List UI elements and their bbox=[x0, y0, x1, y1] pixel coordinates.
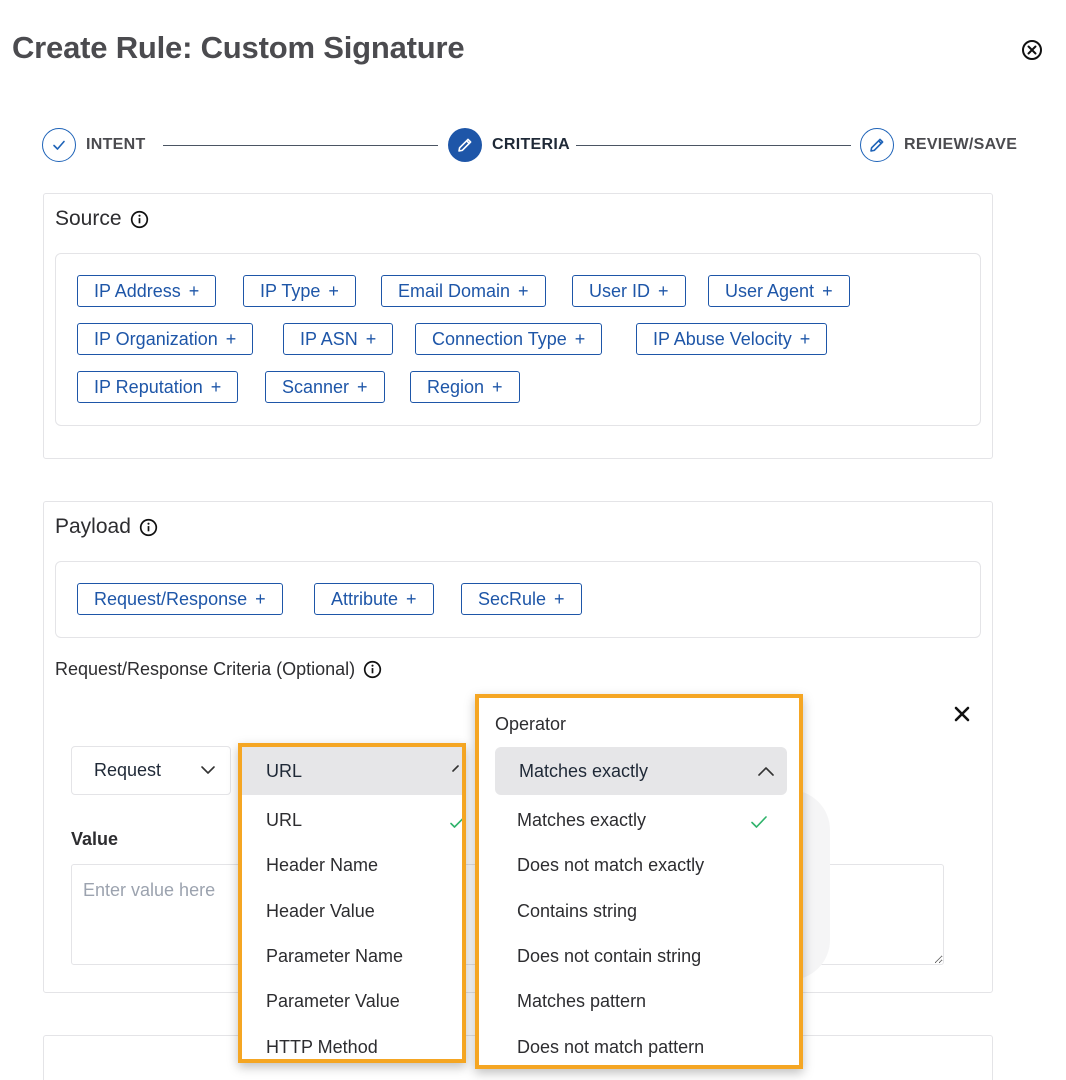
info-icon[interactable] bbox=[363, 660, 382, 679]
add-ip-type-chip[interactable]: IP Type + bbox=[243, 275, 356, 307]
field-option-parameter-value[interactable]: Parameter Value bbox=[266, 991, 400, 1012]
info-icon[interactable] bbox=[139, 518, 158, 537]
add-secrule-chip[interactable]: SecRule + bbox=[461, 583, 582, 615]
add-email-domain-chip[interactable]: Email Domain + bbox=[381, 275, 546, 307]
close-modal-icon[interactable] bbox=[1020, 38, 1044, 62]
field-dropdown[interactable]: URL URL Header Name Header Value Paramet… bbox=[238, 743, 466, 1063]
pencil-icon bbox=[860, 128, 894, 162]
field-option-header-value[interactable]: Header Value bbox=[266, 901, 375, 922]
payload-heading: Payload bbox=[55, 515, 158, 539]
add-request-response-chip[interactable]: Request/Response + bbox=[77, 583, 283, 615]
operator-option-matches-pattern[interactable]: Matches pattern bbox=[517, 991, 646, 1012]
field-option-header-name[interactable]: Header Name bbox=[266, 855, 378, 876]
operator-option-contains-string[interactable]: Contains string bbox=[517, 901, 637, 922]
payload-title: Payload bbox=[55, 515, 131, 538]
step-review[interactable]: REVIEW/SAVE bbox=[860, 128, 1017, 162]
add-scanner-chip[interactable]: Scanner + bbox=[265, 371, 385, 403]
check-icon bbox=[450, 818, 462, 828]
add-connection-type-chip[interactable]: Connection Type + bbox=[415, 323, 603, 355]
remove-criteria-x-icon[interactable] bbox=[952, 704, 972, 724]
check-icon bbox=[42, 128, 76, 162]
chevron-down-icon bbox=[201, 766, 215, 774]
page-title: Create Rule: Custom Signature bbox=[12, 30, 465, 65]
stepper-connector bbox=[576, 145, 851, 146]
operator-dropdown[interactable]: Operator Matches exactly Matches exactly… bbox=[475, 694, 803, 1069]
field-select[interactable]: URL bbox=[242, 747, 462, 795]
field-option-http-method[interactable]: HTTP Method bbox=[266, 1037, 378, 1058]
add-ip-reputation-chip[interactable]: IP Reputation + bbox=[77, 371, 239, 403]
chevron-up-icon bbox=[452, 765, 459, 772]
step-intent[interactable]: INTENT bbox=[42, 128, 146, 162]
stepper-connector bbox=[163, 145, 438, 146]
add-ip-organization-chip[interactable]: IP Organization + bbox=[77, 323, 254, 355]
step-label: INTENT bbox=[86, 136, 146, 153]
step-label: CRITERIA bbox=[492, 136, 570, 153]
step-criteria[interactable]: CRITERIA bbox=[448, 128, 570, 162]
operator-option-matches-exactly[interactable]: Matches exactly bbox=[517, 810, 646, 831]
source-heading: Source bbox=[55, 207, 149, 231]
operator-option-does-not-match-pattern[interactable]: Does not match pattern bbox=[517, 1037, 704, 1058]
chevron-up-icon bbox=[758, 767, 774, 776]
add-ip-abuse-velocity-chip[interactable]: IP Abuse Velocity + bbox=[636, 323, 828, 355]
add-attribute-chip[interactable]: Attribute + bbox=[314, 583, 434, 615]
info-icon[interactable] bbox=[130, 210, 149, 229]
add-user-id-chip[interactable]: User ID + bbox=[572, 275, 686, 307]
pencil-icon bbox=[448, 128, 482, 162]
source-title: Source bbox=[55, 207, 122, 230]
add-ip-address-chip[interactable]: IP Address + bbox=[77, 275, 217, 307]
request-response-criteria-label: Request/Response Criteria (Optional) bbox=[55, 659, 382, 680]
value-label: Value bbox=[71, 829, 119, 849]
field-option-parameter-name[interactable]: Parameter Name bbox=[266, 946, 403, 967]
add-user-agent-chip[interactable]: User Agent + bbox=[708, 275, 850, 307]
add-region-chip[interactable]: Region + bbox=[410, 371, 520, 403]
field-option-url[interactable]: URL bbox=[266, 810, 302, 831]
check-icon bbox=[751, 816, 767, 828]
scope-select[interactable]: Request bbox=[71, 746, 231, 795]
operator-label: Operator bbox=[495, 714, 567, 734]
operator-option-does-not-contain-string[interactable]: Does not contain string bbox=[517, 946, 701, 967]
operator-option-does-not-match-exactly[interactable]: Does not match exactly bbox=[517, 855, 704, 876]
step-label: REVIEW/SAVE bbox=[904, 136, 1018, 153]
add-ip-asn-chip[interactable]: IP ASN + bbox=[283, 323, 394, 355]
operator-select[interactable]: Matches exactly bbox=[495, 747, 787, 795]
